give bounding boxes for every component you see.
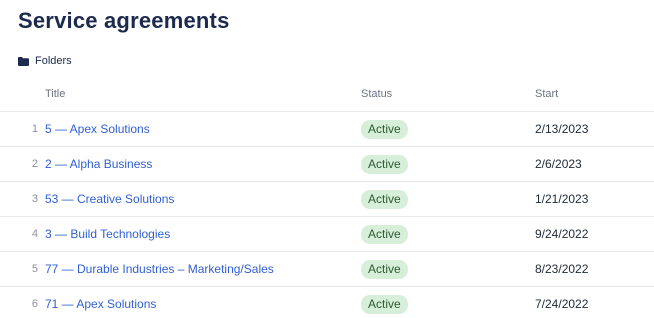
status-badge: Active xyxy=(361,190,408,209)
table-row[interactable]: 3 53 — Creative Solutions Active 1/21/2023 xyxy=(0,182,654,217)
agreement-link[interactable]: 77 — Durable Industries – Marketing/Sale… xyxy=(45,262,274,276)
status-badge: Active xyxy=(361,155,408,174)
row-number: 2 xyxy=(31,158,38,170)
agreement-link[interactable]: 71 — Apex Solutions xyxy=(45,297,156,311)
folder-icon xyxy=(18,56,29,66)
table-row[interactable]: 4 3 — Build Technologies Active 9/24/2022 xyxy=(0,217,654,252)
start-date: 2/13/2023 xyxy=(535,122,589,136)
start-date: 8/23/2022 xyxy=(535,262,589,276)
agreements-table: Title Status Start 1 5 — Apex Solutions Ac… xyxy=(0,76,654,318)
agreement-link[interactable]: 5 — Apex Solutions xyxy=(45,122,150,136)
header-status[interactable]: Status xyxy=(361,88,392,100)
header-title[interactable]: Title xyxy=(45,88,65,100)
table-header: Title Status Start xyxy=(0,76,654,112)
status-badge: Active xyxy=(361,260,408,279)
status-badge: Active xyxy=(361,120,408,139)
table-row[interactable]: 1 5 — Apex Solutions Active 2/13/2023 xyxy=(0,112,654,147)
table-row[interactable]: 2 2 — Alpha Business Active 2/6/2023 xyxy=(0,147,654,182)
row-number: 6 xyxy=(31,298,38,310)
page-title: Service agreements xyxy=(18,8,230,33)
agreement-link[interactable]: 53 — Creative Solutions xyxy=(45,192,174,206)
status-badge: Active xyxy=(361,225,408,244)
start-date: 7/24/2022 xyxy=(535,297,589,311)
start-date: 2/6/2023 xyxy=(535,157,582,171)
start-date: 1/21/2023 xyxy=(535,192,589,206)
agreement-link[interactable]: 3 — Build Technologies xyxy=(45,227,170,241)
folders-label: Folders xyxy=(35,55,72,67)
header-start[interactable]: Start xyxy=(535,88,558,100)
start-date: 9/24/2022 xyxy=(535,227,589,241)
status-badge: Active xyxy=(361,295,408,314)
table-row[interactable]: 5 77 — Durable Industries – Marketing/Sal… xyxy=(0,252,654,287)
table-row[interactable]: 6 71 — Apex Solutions Active 7/24/2022 xyxy=(0,287,654,318)
row-number: 5 xyxy=(31,263,38,275)
row-number: 4 xyxy=(31,228,38,240)
row-number: 3 xyxy=(31,193,38,205)
agreement-link[interactable]: 2 — Alpha Business xyxy=(45,157,152,171)
folders-link[interactable]: Folders xyxy=(18,55,72,67)
row-number: 1 xyxy=(31,123,38,135)
